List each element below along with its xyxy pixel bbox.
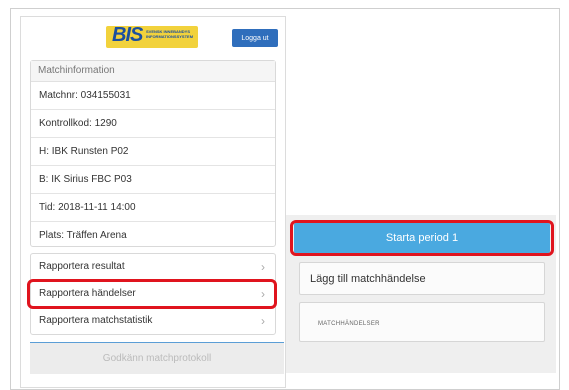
chevron-right-icon: ›	[261, 314, 265, 328]
add-match-event-button[interactable]: Lägg till matchhändelse	[299, 262, 545, 295]
report-menu: Rapportera resultat › Rapportera händels…	[30, 253, 276, 335]
logo-text: BIS	[112, 24, 143, 46]
chevron-right-icon: ›	[261, 287, 265, 301]
menu-item-label: Rapportera händelser	[39, 288, 136, 299]
match-events-heading: MATCHHÄNDELSER	[318, 321, 380, 327]
match-info-card: Matchinformation Matchnr: 034155031 Kont…	[30, 60, 276, 247]
menu-item-report-result[interactable]: Rapportera resultat ›	[31, 254, 275, 281]
logout-button[interactable]: Logga ut	[232, 29, 278, 47]
match-time: Tid: 2018-11-11 14:00	[31, 194, 275, 222]
match-info-title: Matchinformation	[31, 61, 275, 82]
bis-logo: BIS SVENSK INNEBANDYS INFORMATIONSSYSTEM	[106, 24, 198, 48]
start-period-button[interactable]: Starta period 1	[294, 223, 550, 253]
menu-item-report-statistics[interactable]: Rapportera matchstatistik ›	[31, 308, 275, 334]
logo-tagline: SVENSK INNEBANDYS INFORMATIONSSYSTEM	[146, 29, 194, 39]
home-team: H: IBK Runsten P02	[31, 138, 275, 166]
menu-item-report-events[interactable]: Rapportera händelser ›	[31, 281, 275, 308]
control-code: Kontrollkod: 1290	[31, 110, 275, 138]
menu-item-label: Rapportera resultat	[39, 261, 125, 272]
menu-item-label: Rapportera matchstatistik	[39, 315, 153, 326]
match-events-section: MATCHHÄNDELSER	[299, 302, 545, 342]
match-venue: Plats: Träffen Arena	[39, 230, 127, 241]
approve-protocol-button[interactable]: Godkänn matchprotokoll	[30, 342, 284, 374]
away-team: B: IK Sirius FBC P03	[31, 166, 275, 194]
match-number: Matchnr: 034155031	[31, 82, 275, 110]
chevron-right-icon: ›	[261, 260, 265, 274]
